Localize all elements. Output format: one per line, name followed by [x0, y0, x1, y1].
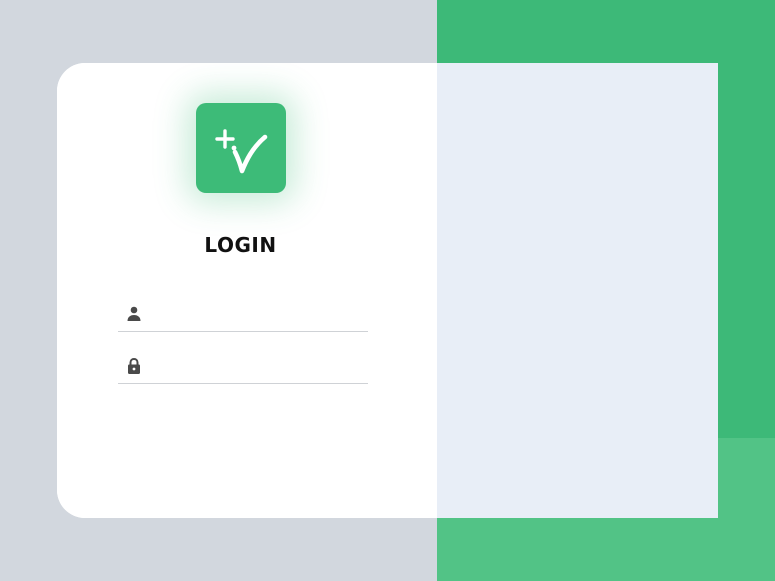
- lock-icon: [128, 357, 140, 374]
- plus-v-logo-icon: [215, 129, 268, 174]
- app-logo-icon: [196, 103, 286, 193]
- user-icon: [127, 306, 141, 321]
- username-field[interactable]: [118, 295, 368, 332]
- password-input[interactable]: [154, 353, 360, 379]
- username-input[interactable]: [154, 301, 360, 327]
- login-form-panel: LOGIN: [57, 63, 437, 518]
- login-side-panel: [437, 63, 718, 518]
- login-card: LOGIN: [57, 63, 718, 518]
- password-field[interactable]: [118, 347, 368, 384]
- login-title: LOGIN: [204, 233, 277, 257]
